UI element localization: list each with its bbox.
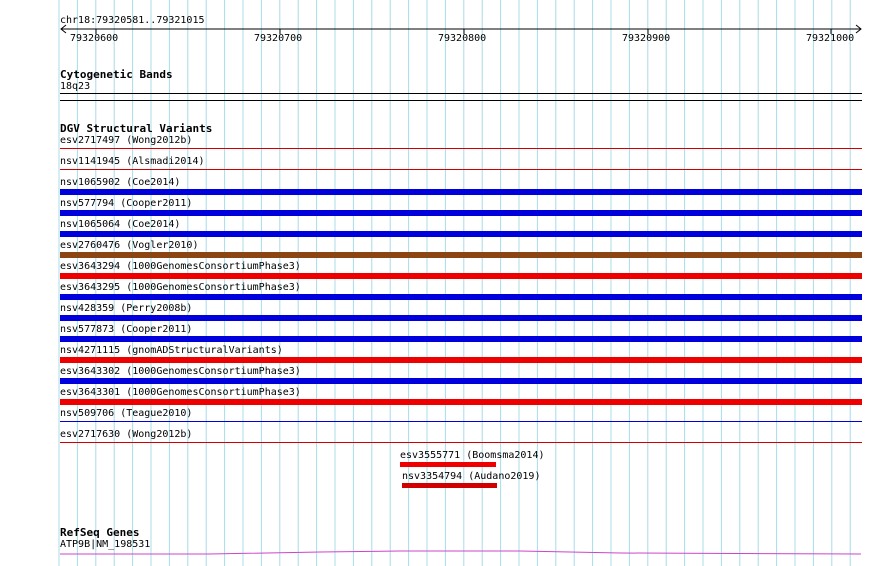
variant-bar[interactable] [60,252,862,258]
variant-bar[interactable] [60,189,862,195]
variant-bar[interactable] [60,169,862,170]
gene-model[interactable] [0,546,890,558]
variant-bar[interactable] [60,273,862,279]
variant-bar[interactable] [60,315,862,321]
variant-bar[interactable] [60,421,862,422]
variant-label: nsv577794 (Cooper2011) [60,198,193,209]
variant-label: esv3643295 (1000GenomesConsortiumPhase3) [60,282,301,293]
variant-label: esv2717497 (Wong2012b) [60,135,193,146]
tick-label: 79321000 [806,33,855,44]
variant-label: nsv1065064 (Coe2014) [60,219,181,230]
variant-label: esv2760476 (Vogler2010) [60,240,199,251]
variant-label: nsv1141945 (Alsmadi2014) [60,156,205,167]
variant-bar[interactable] [60,399,862,405]
track-title-refseq[interactable]: RefSeq Genes [60,526,139,539]
variant-bar[interactable] [60,336,862,342]
variant-label: nsv509706 (Teague2010) [60,408,193,419]
variant-label: nsv4271115 (gnomADStructuralVariants) [60,345,283,356]
cytoband-line[interactable] [60,93,862,94]
variant-bar[interactable] [60,231,862,237]
feature-bar[interactable] [402,483,497,488]
variant-bar[interactable] [60,294,862,300]
variant-label: esv3643294 (1000GenomesConsortiumPhase3) [60,261,301,272]
tick-label: 79320700 [254,33,303,44]
feature-label: nsv3354794 (Audano2019) [402,471,541,482]
variant-label: nsv428359 (Perry2008b) [60,303,193,314]
variant-label: nsv1065902 (Coe2014) [60,177,181,188]
variant-label: esv2717630 (Wong2012b) [60,429,193,440]
tick-label: 79320900 [622,33,671,44]
tick-label: 79320800 [438,33,487,44]
variant-bar[interactable] [60,442,862,443]
track-title-cytoband[interactable]: Cytogenetic Bands [60,68,173,81]
feature-label: esv3555771 (Boomsma2014) [400,450,545,461]
variant-bar[interactable] [60,357,862,363]
track-divider [60,100,862,101]
variant-bar[interactable] [60,148,862,149]
variant-bar[interactable] [60,210,862,216]
cytoband-label: 18q23 [60,81,91,92]
variant-label: esv3643302 (1000GenomesConsortiumPhase3) [60,366,301,377]
variant-label: nsv577873 (Cooper2011) [60,324,193,335]
tick-label: 79320600 [70,33,119,44]
variant-label: esv3643301 (1000GenomesConsortiumPhase3) [60,387,301,398]
track-title-dgv[interactable]: DGV Structural Variants [60,122,212,135]
variant-bar[interactable] [60,378,862,384]
feature-bar[interactable] [400,462,496,467]
